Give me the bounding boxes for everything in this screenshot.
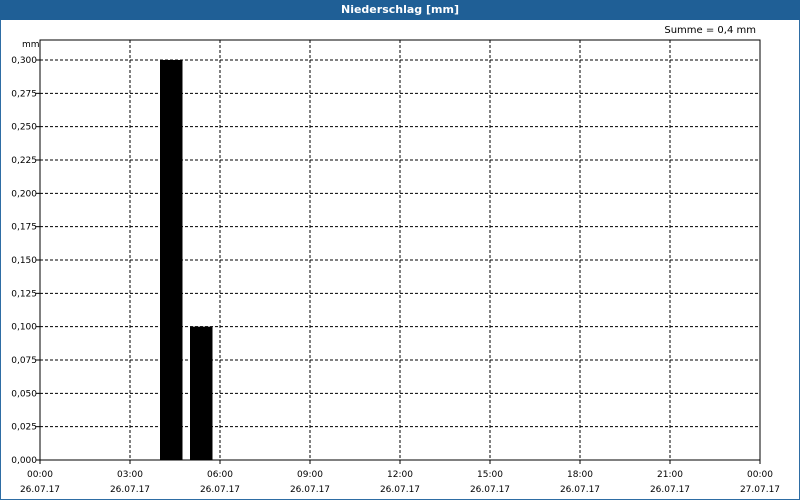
x-tick-date-label: 26.07.17 xyxy=(290,485,330,495)
x-tick-time-label: 12:00 xyxy=(387,470,413,480)
y-tick-label: 0,275 xyxy=(11,89,37,99)
precipitation-bar xyxy=(160,60,183,460)
y-tick-label: 0,125 xyxy=(11,289,37,299)
y-tick-label: 0,000 xyxy=(11,456,37,466)
x-tick-date-label: 26.07.17 xyxy=(650,485,690,495)
y-tick-label: 0,175 xyxy=(11,223,37,233)
x-tick-date-label: 26.07.17 xyxy=(200,485,240,495)
x-tick-time-label: 15:00 xyxy=(477,470,503,480)
y-tick-label: 0,025 xyxy=(11,423,37,433)
x-tick-date-label: 26.07.17 xyxy=(380,485,420,495)
x-tick-time-label: 06:00 xyxy=(207,470,233,480)
y-tick-label: 0,150 xyxy=(11,256,37,266)
x-tick-time-label: 21:00 xyxy=(657,470,683,480)
precipitation-chart: 0,000 0,025 0,050 0,075 0,100 0,125 0,150 0,175… xyxy=(11,39,780,495)
y-tick-label: 0,225 xyxy=(11,156,37,166)
x-tick-date-label: 26.07.17 xyxy=(110,485,150,495)
y-tick-label: 0,300 xyxy=(11,56,37,66)
x-tick-time-label: 00:00 xyxy=(747,470,773,480)
y-tick-label: 0,050 xyxy=(11,389,37,399)
x-tick-date-label: 26.07.17 xyxy=(560,485,600,495)
x-tick-time-label: 00:00 xyxy=(27,470,53,480)
x-tick-time-label: 09:00 xyxy=(297,470,323,480)
y-tick-label: 0,200 xyxy=(11,189,37,199)
x-tick-date-label: 27.07.17 xyxy=(740,485,780,495)
y-tick-label: 0,100 xyxy=(11,323,37,333)
x-tick-date-label: 26.07.17 xyxy=(470,485,510,495)
x-tick-date-label: 26.07.17 xyxy=(20,485,60,495)
y-tick-label: 0,250 xyxy=(11,123,37,133)
x-tick-time-label: 18:00 xyxy=(567,470,593,480)
x-tick-time-label: 03:00 xyxy=(117,470,143,480)
precipitation-bar xyxy=(190,326,213,460)
y-tick-label: 0,075 xyxy=(11,356,37,366)
